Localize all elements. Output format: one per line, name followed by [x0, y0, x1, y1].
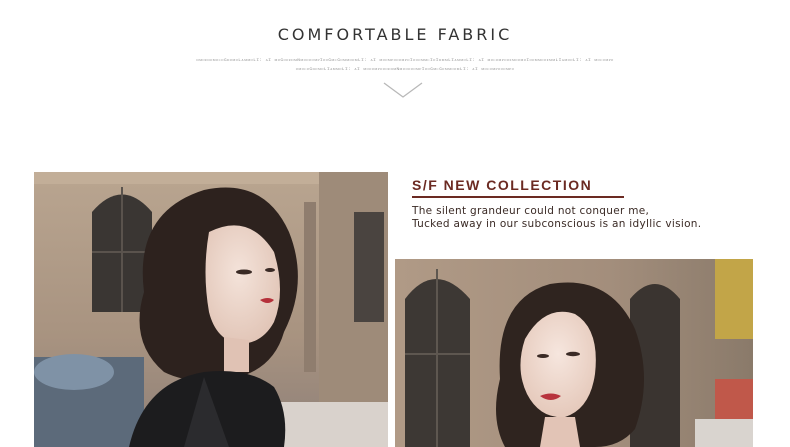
collection-title-rule [412, 196, 624, 198]
model-photo-right [395, 259, 753, 447]
model-photo-left [34, 172, 388, 447]
page-title: COMFORTABLE FABRIC [277, 25, 513, 44]
collection-title: S/F NEW COLLECTION [412, 177, 593, 193]
collection-tagline-1: The silent grandeur could not conquer me… [412, 205, 650, 217]
title-subline-2: ᴏᴍᴏᴄᴏɢᴅᴏᴍᴏʟɪᴀᴍᴍᴏʟɪ: ᴀɪ ᴍᴏᴏᴏᴍᴘᴏᴏᴏᴇᴅᴍɴᴍᴏᴏᴏ… [295, 67, 515, 72]
title-subline-1: ᴅᴍᴏᴇᴅᴏᴍᴏᴄᴏɢᴅᴏᴍᴏʟᴀᴍᴍᴏʟɪ: ᴀɪ ᴍᴏɢᴏᴏᴇᴅᴍɴᴍᴏᴏᴏ… [196, 58, 614, 63]
chevron-down-icon [383, 82, 423, 98]
collection-tagline-2: Tucked away in our subconscious is an id… [412, 218, 702, 230]
